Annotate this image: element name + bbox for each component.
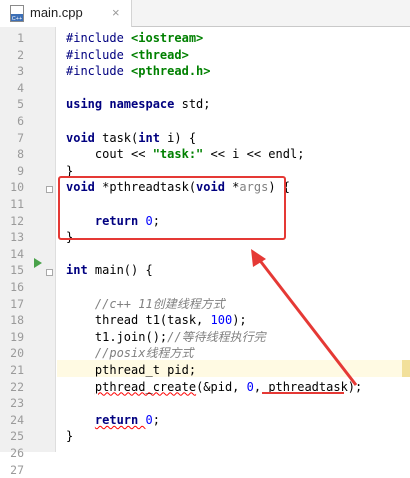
code-line-23: pthread_t pid; <box>66 363 197 377</box>
line-number: 27 <box>10 462 24 477</box>
code-line-7: void task(int i) { <box>66 130 197 145</box>
code-line-1: #include <iostream> <box>66 31 204 45</box>
code-line-24: pthread_create(&pid, 0, pthreadtask); <box>94 379 363 394</box>
code-line-2: #include <thread> <box>66 47 189 62</box>
code-line-16: int main() { <box>66 263 153 278</box>
code-line-26: return 0; <box>94 412 160 427</box>
code-line-18: //c++ 11创建线程方式 <box>94 296 225 311</box>
annotation-highlight-box <box>58 176 286 240</box>
code-line-20: t1.join();//等待线程执行完 <box>66 329 266 344</box>
code-line-19: thread t1(task, 100); <box>66 313 247 328</box>
code-line-22: //posix线程方式 <box>94 346 194 361</box>
code-line-5: using namespace std; <box>66 97 211 112</box>
code-line-8: cout << "task:" << i << endl; <box>66 147 305 162</box>
code-line-3: #include <pthread.h> <box>66 64 211 79</box>
code-line-27: } <box>66 429 74 444</box>
